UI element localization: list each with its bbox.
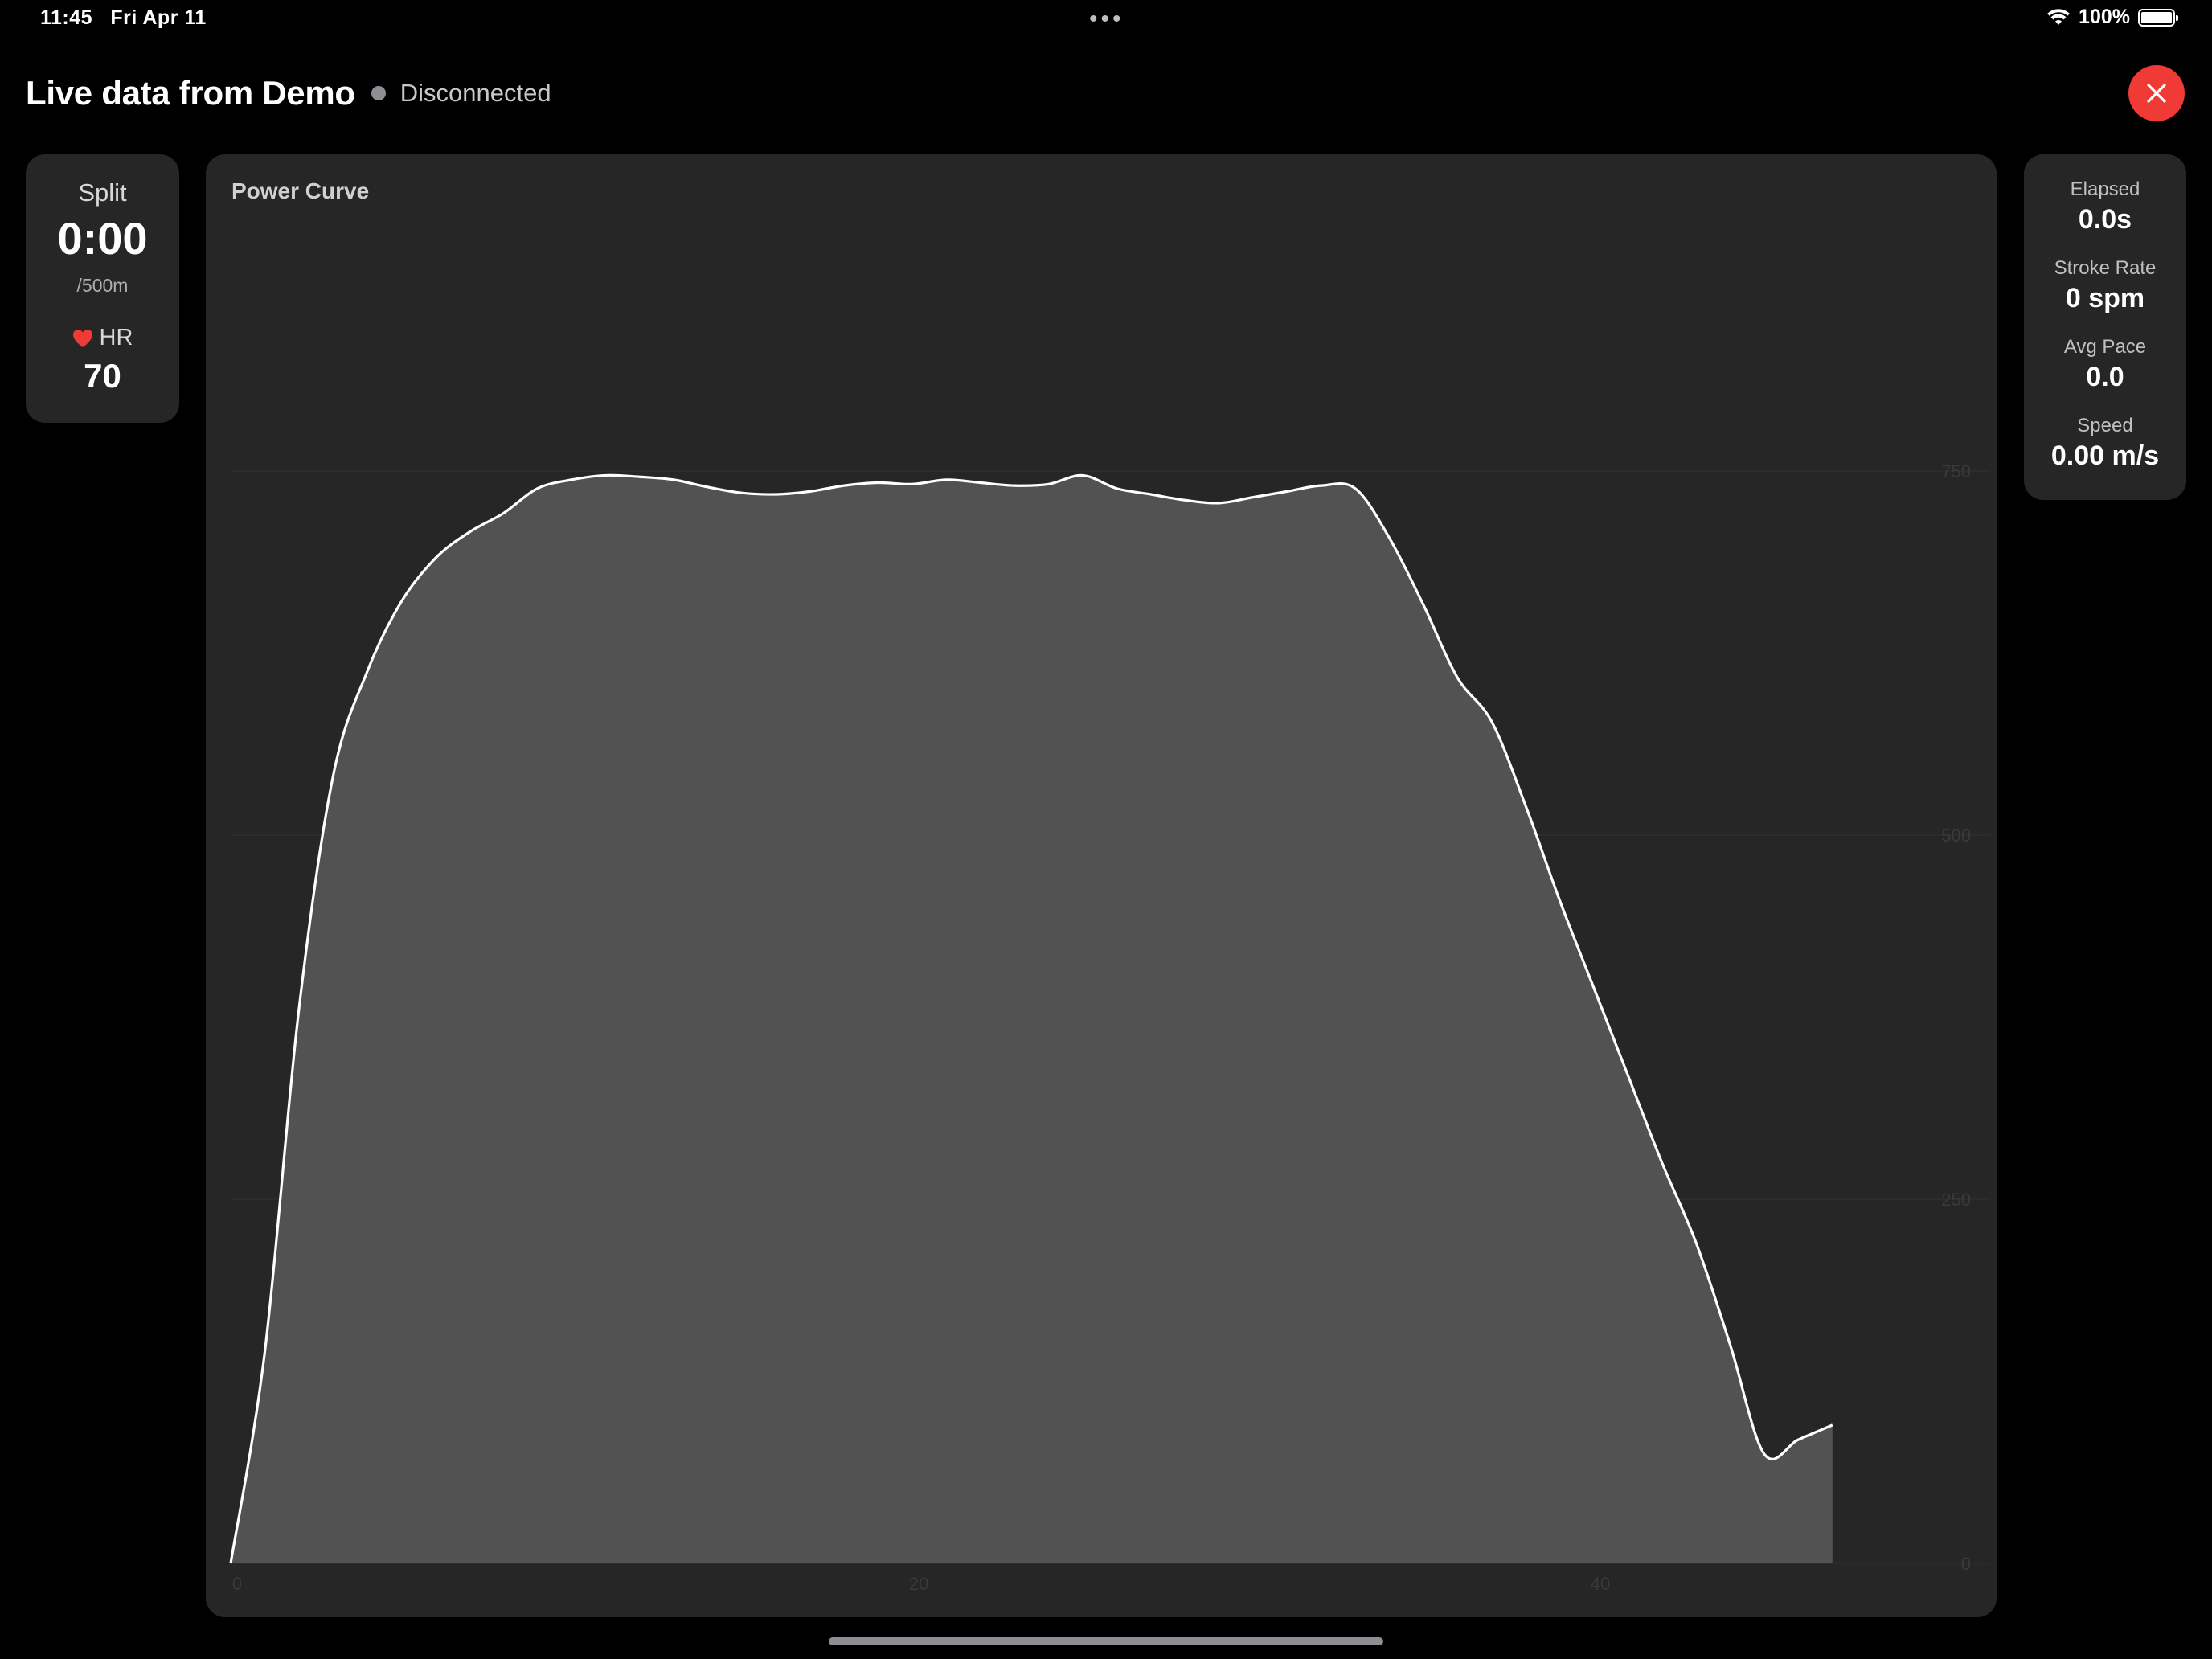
status-bar: 11:45 Fri Apr 11 ••• 100% xyxy=(0,0,2212,39)
battery-percent: 100% xyxy=(2079,6,2130,28)
x-tick-label: 0 xyxy=(232,1574,242,1594)
heart-rate-label: HR xyxy=(26,325,179,351)
wifi-icon xyxy=(2047,8,2071,25)
y-tick-label: 250 xyxy=(1941,1190,1971,1210)
close-button[interactable] xyxy=(2128,65,2185,121)
power-curve-card: Power Curve 0 250 500 750 0 20 40 xyxy=(206,154,1997,1617)
metric-stroke-rate: Stroke Rate 0 spm xyxy=(2054,257,2157,313)
header: Live data from Demo Disconnected xyxy=(26,69,551,117)
status-indicators: 100% xyxy=(2046,6,2178,29)
y-tick-label: 750 xyxy=(1941,461,1971,481)
y-tick-label: 0 xyxy=(1961,1554,1971,1574)
heart-icon xyxy=(72,329,92,347)
multitasking-dots[interactable]: ••• xyxy=(1089,7,1124,31)
home-indicator[interactable] xyxy=(829,1637,1383,1645)
connection-status: Disconnected xyxy=(399,79,551,107)
x-tick-label: 40 xyxy=(1591,1574,1610,1594)
metric-avg-pace: Avg Pace 0.0 xyxy=(2063,336,2147,392)
split-label: Split xyxy=(78,178,127,207)
split-card: Split 0:00 /500m HR 70 xyxy=(26,154,179,423)
power-curve-area xyxy=(231,475,1833,1563)
metrics-card: Elapsed 0.0s Stroke Rate 0 spm Avg Pace … xyxy=(2024,154,2186,500)
metric-speed: Speed 0.00 m/s xyxy=(2050,415,2160,471)
x-tick-label: 20 xyxy=(909,1574,928,1594)
close-icon xyxy=(2147,84,2166,103)
power-curve-chart: 0 250 500 750 0 20 40 xyxy=(229,461,1990,1594)
battery-icon xyxy=(2138,8,2178,27)
split-value: 0:00 xyxy=(57,213,148,264)
metric-elapsed: Elapsed 0.0s xyxy=(2070,178,2140,235)
heart-rate-value: 70 xyxy=(84,357,121,395)
status-time: 11:45 Fri Apr 11 xyxy=(40,6,207,29)
split-unit: /500m xyxy=(76,275,129,296)
connection-status-dot xyxy=(371,86,386,100)
page-title: Live data from Demo xyxy=(26,74,355,112)
y-tick-label: 500 xyxy=(1941,825,1971,846)
